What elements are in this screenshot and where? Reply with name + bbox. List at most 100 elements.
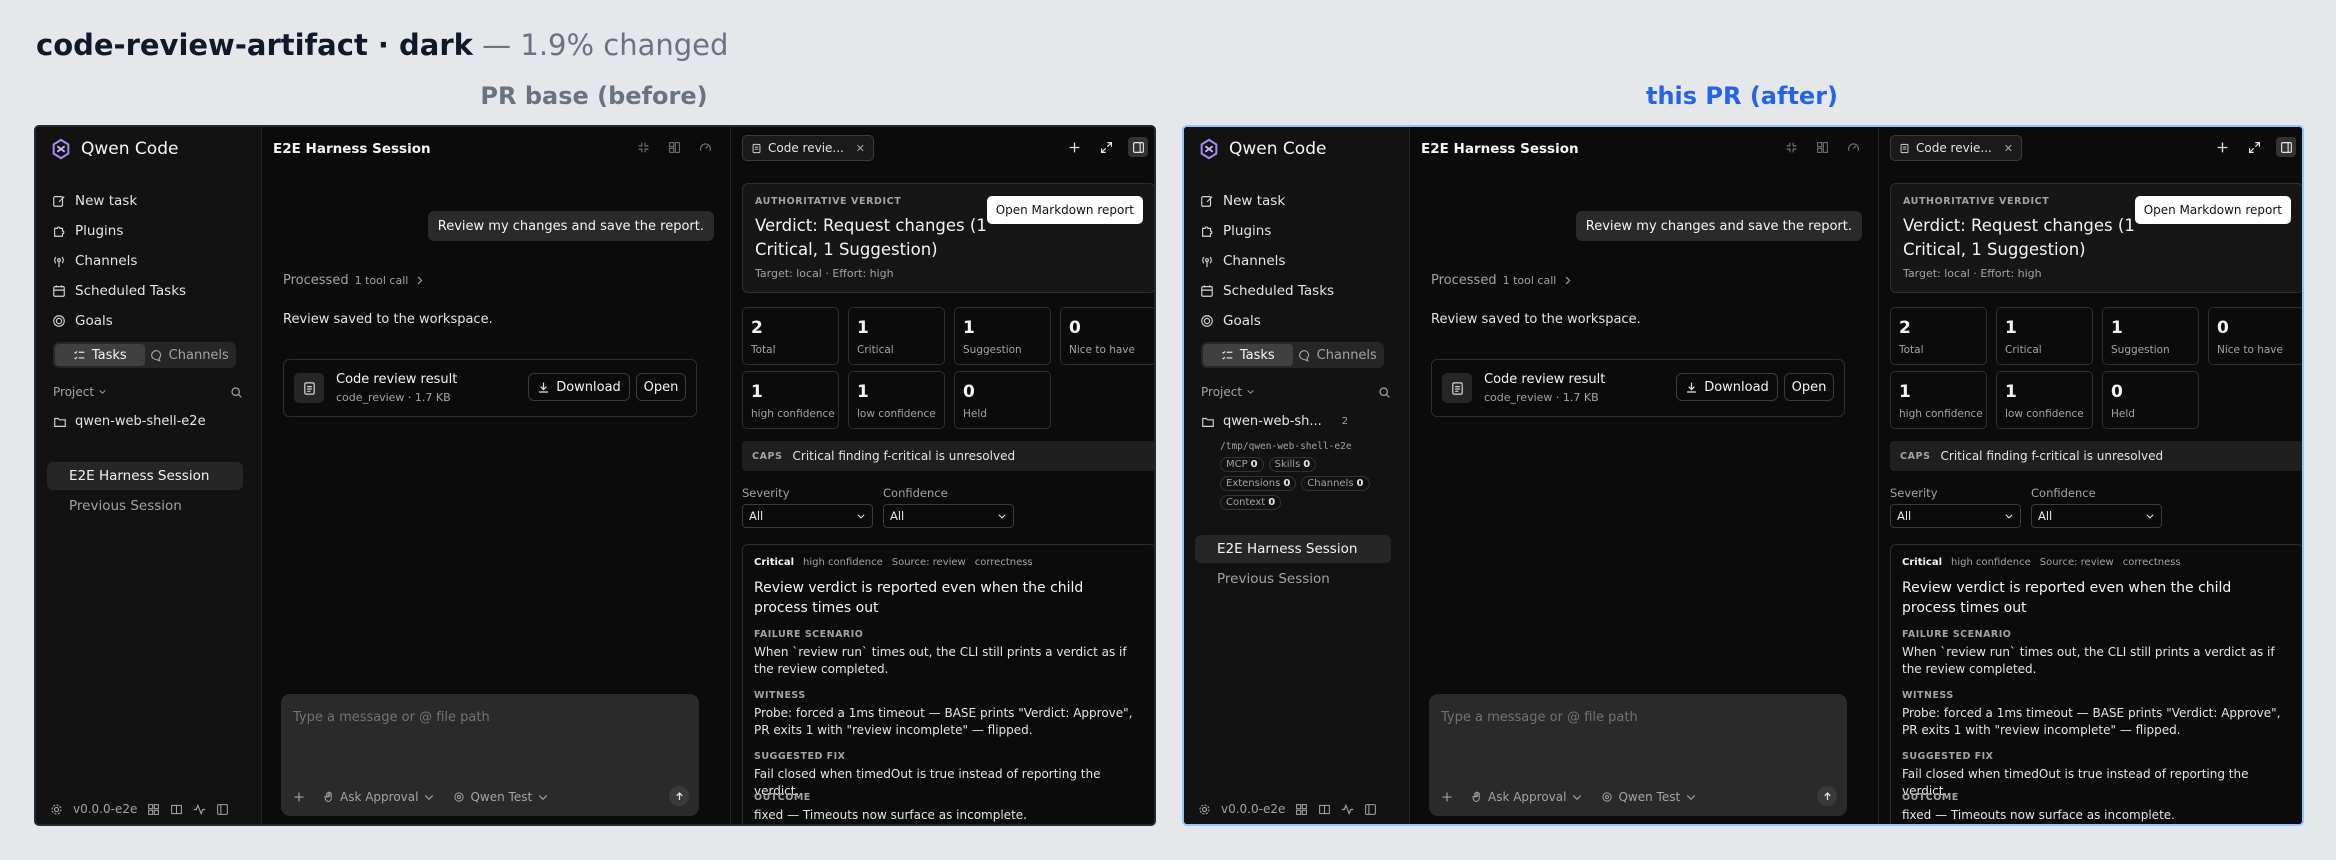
severity-badge: Critical	[754, 557, 795, 568]
model-select[interactable]: Qwen Test	[453, 790, 549, 804]
grid-icon[interactable]	[147, 803, 160, 816]
stat-value: 0	[2111, 382, 2123, 402]
session-item[interactable]: Previous Session	[47, 492, 243, 520]
session-item[interactable]: Previous Session	[1195, 565, 1391, 593]
review-toolbar	[2212, 137, 2296, 157]
verdict-label: AUTHORITATIVE VERDICT	[1903, 196, 2050, 207]
badge-label: Skills	[1274, 459, 1301, 470]
nav-goals[interactable]: Goals	[52, 306, 252, 336]
nav-new-task[interactable]: New task	[1200, 186, 1400, 216]
confidence-select[interactable]: All	[883, 504, 1014, 528]
nav-plugins[interactable]: Plugins	[1200, 216, 1400, 246]
severity-select[interactable]: All	[1890, 504, 2021, 528]
project-dropdown[interactable]: Project	[53, 385, 107, 399]
book-icon[interactable]	[1318, 803, 1331, 816]
fix-heading: SUGGESTED FIX	[754, 751, 846, 762]
open-button[interactable]: Open	[1784, 373, 1834, 401]
expand-button[interactable]	[2244, 137, 2264, 157]
session-item-active[interactable]: E2E Harness Session	[1195, 535, 1391, 563]
plus-icon	[1442, 792, 1452, 802]
layout-icon[interactable]	[1816, 141, 1829, 154]
activity-icon[interactable]	[1341, 803, 1354, 816]
panel-left-icon[interactable]	[216, 803, 229, 816]
tab-channels[interactable]: Channels	[1293, 344, 1383, 366]
gauge-icon[interactable]	[1847, 141, 1860, 154]
add-attachment-button[interactable]	[1441, 791, 1453, 803]
project-header: Project	[1201, 385, 1391, 399]
nav-plugins[interactable]: Plugins	[52, 216, 252, 246]
project-dropdown[interactable]: Project	[1201, 385, 1255, 399]
tab-code-review[interactable]: Code revie... ✕	[1890, 135, 2022, 161]
gauge-icon[interactable]	[699, 141, 712, 154]
grid-icon[interactable]	[1295, 803, 1308, 816]
open-button[interactable]: Open	[636, 373, 686, 401]
confidence-select[interactable]: All	[2031, 504, 2162, 528]
model-select[interactable]: Qwen Test	[1601, 790, 1697, 804]
composer-placeholder: Type a message or @ file path	[293, 710, 490, 725]
panel-left-icon[interactable]	[1364, 803, 1377, 816]
processed-toggle[interactable]: Processed 1 tool call	[283, 273, 425, 288]
witness-text: Probe: forced a 1ms timeout — BASE print…	[754, 706, 1133, 737]
project-label: Project	[53, 385, 95, 399]
caps-tag: CAPS	[752, 450, 783, 462]
open-markdown-report-button[interactable]: Open Markdown report	[986, 196, 1143, 224]
download-button[interactable]: Download	[528, 373, 630, 401]
category-badge: correctness	[2122, 557, 2181, 568]
collapse-icon[interactable]	[1785, 141, 1798, 154]
severity-select[interactable]: All	[742, 504, 873, 528]
send-button[interactable]	[1817, 786, 1837, 806]
expand-button[interactable]	[1096, 137, 1116, 157]
nav-label: Scheduled Tasks	[1223, 283, 1335, 299]
message-composer[interactable]: Type a message or @ file path Ask Approv…	[1429, 694, 1847, 816]
tool-call-count: 1 tool call	[354, 274, 409, 287]
toggle-panel-button[interactable]	[1128, 137, 1148, 157]
toggle-panel-button[interactable]	[2276, 137, 2296, 157]
tab-channels[interactable]: Channels	[145, 344, 235, 366]
tab-code-review[interactable]: Code revie... ✕	[742, 135, 874, 161]
close-icon[interactable]: ✕	[856, 142, 865, 155]
close-icon[interactable]: ✕	[2004, 142, 2013, 155]
send-button[interactable]	[669, 786, 689, 806]
layout-icon[interactable]	[668, 141, 681, 154]
stat-high-confidence: 1 high confidence	[742, 371, 839, 429]
edit-icon	[53, 196, 65, 207]
plus-icon	[2217, 142, 2227, 152]
broadcast-icon	[1202, 256, 1212, 268]
panel-right-icon	[1132, 141, 1144, 153]
nav-channels[interactable]: Channels	[52, 246, 252, 276]
message-composer[interactable]: Type a message or @ file path Ask Approv…	[281, 694, 699, 816]
collapse-icon[interactable]	[637, 141, 650, 154]
add-attachment-button[interactable]	[293, 791, 305, 803]
app-brand[interactable]: Qwen Code	[1198, 137, 1326, 161]
nav-scheduled-tasks[interactable]: Scheduled Tasks	[1200, 276, 1400, 306]
nav-new-task[interactable]: New task	[52, 186, 252, 216]
session-item-active[interactable]: E2E Harness Session	[47, 462, 243, 490]
new-tab-button[interactable]	[1064, 137, 1084, 157]
approval-mode-select[interactable]: Ask Approval	[323, 790, 435, 804]
approval-mode-select[interactable]: Ask Approval	[1471, 790, 1583, 804]
project-header: Project	[53, 385, 243, 399]
processed-toggle[interactable]: Processed 1 tool call	[1431, 273, 1573, 288]
search-icon[interactable]	[230, 386, 243, 399]
project-folder[interactable]: qwen-web-shell-e2e	[53, 414, 226, 429]
open-markdown-report-button[interactable]: Open Markdown report	[2134, 196, 2291, 224]
download-button[interactable]: Download	[1676, 373, 1778, 401]
nav-channels[interactable]: Channels	[1200, 246, 1400, 276]
tab-tasks[interactable]: Tasks	[1203, 344, 1293, 366]
book-icon[interactable]	[170, 803, 183, 816]
new-tab-button[interactable]	[2212, 137, 2232, 157]
search-icon[interactable]	[1378, 386, 1391, 399]
app-brand[interactable]: Qwen Code	[50, 137, 178, 161]
confidence-value: All	[2038, 509, 2053, 523]
badge-extensions: Extensions 0	[1220, 476, 1297, 491]
folder-name: qwen-web-shell-e2e	[75, 414, 206, 429]
nav-scheduled-tasks[interactable]: Scheduled Tasks	[52, 276, 252, 306]
sidebar-nav: New task Plugins Channels Scheduled Task…	[52, 186, 252, 336]
tab-tasks[interactable]: Tasks	[55, 344, 145, 366]
activity-icon[interactable]	[193, 803, 206, 816]
nav-goals[interactable]: Goals	[1200, 306, 1400, 336]
gear-icon[interactable]	[1198, 803, 1211, 816]
project-folder[interactable]: qwen-web-sh... 2	[1201, 414, 1348, 429]
panel-before: Qwen Code New task Plugins Channels Sche…	[34, 125, 1156, 826]
gear-icon[interactable]	[50, 803, 63, 816]
